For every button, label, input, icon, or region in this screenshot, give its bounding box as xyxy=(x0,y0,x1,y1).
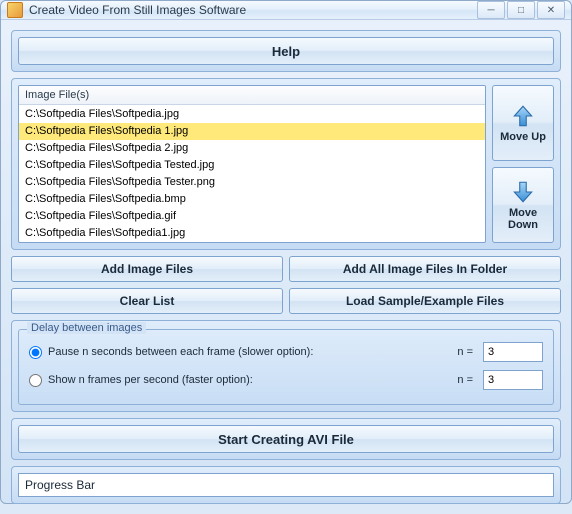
show-label[interactable]: Show n frames per second (faster option)… xyxy=(48,374,445,386)
add-image-files-button[interactable]: Add Image Files xyxy=(11,256,283,282)
file-row[interactable]: C:\Softpedia Files\Softpedia.jpg xyxy=(19,106,485,123)
start-button[interactable]: Start Creating AVI File xyxy=(18,425,554,453)
pause-n-label: n = xyxy=(457,346,473,358)
delay-panel: Delay between images Pause n seconds bet… xyxy=(11,320,561,412)
help-button[interactable]: Help xyxy=(18,37,554,65)
file-row[interactable]: C:\Softpedia Files\Softpedia 1.jpg xyxy=(19,123,485,140)
file-row[interactable]: C:\Softpedia Files\Softpedia 2.jpg xyxy=(19,140,485,157)
minimize-icon: ─ xyxy=(487,5,494,16)
clear-list-button[interactable]: Clear List xyxy=(11,288,283,314)
move-down-button[interactable]: Move Down xyxy=(492,167,554,243)
file-row[interactable]: C:\Softpedia Files\Softpedia Tester.png xyxy=(19,174,485,191)
add-all-in-folder-button[interactable]: Add All Image Files In Folder xyxy=(289,256,561,282)
file-list[interactable]: C:\Softpedia Files\Softpedia.jpgC:\Softp… xyxy=(19,105,485,243)
start-panel: Start Creating AVI File xyxy=(11,418,561,460)
progress-label: Progress Bar xyxy=(25,478,95,492)
maximize-button[interactable]: □ xyxy=(507,1,535,19)
progress-panel: Progress Bar xyxy=(11,466,561,504)
pause-radio[interactable] xyxy=(29,346,42,359)
minimize-button[interactable]: ─ xyxy=(477,1,505,19)
show-n-label: n = xyxy=(457,374,473,386)
move-down-label: Move Down xyxy=(493,207,553,231)
file-list-header: Image File(s) xyxy=(19,86,485,105)
file-row[interactable]: C:\Softpedia Files\Softpedia Tested.jpg xyxy=(19,157,485,174)
show-n-input[interactable] xyxy=(483,370,543,390)
arrow-up-icon xyxy=(510,103,536,129)
arrow-down-icon xyxy=(510,179,536,205)
load-sample-button[interactable]: Load Sample/Example Files xyxy=(289,288,561,314)
maximize-icon: □ xyxy=(518,5,524,16)
app-icon xyxy=(7,2,23,18)
file-row[interactable]: C:\Softpedia Files\Softpedia.gif xyxy=(19,208,485,225)
move-up-button[interactable]: Move Up xyxy=(492,85,554,161)
help-panel: Help xyxy=(11,30,561,72)
titlebar: Create Video From Still Images Software … xyxy=(1,1,571,20)
progress-bar: Progress Bar xyxy=(18,473,554,497)
close-button[interactable]: ✕ xyxy=(537,1,565,19)
window-title: Create Video From Still Images Software xyxy=(29,3,477,17)
pause-label[interactable]: Pause n seconds between each frame (slow… xyxy=(48,346,445,358)
close-icon: ✕ xyxy=(547,5,555,16)
show-radio[interactable] xyxy=(29,374,42,387)
file-list-box: Image File(s) C:\Softpedia Files\Softped… xyxy=(18,85,486,243)
files-panel: Image File(s) C:\Softpedia Files\Softped… xyxy=(11,78,561,250)
file-row[interactable]: C:\Softpedia Files\Softpedia.bmp xyxy=(19,191,485,208)
pause-n-input[interactable] xyxy=(483,342,543,362)
move-up-label: Move Up xyxy=(500,131,546,143)
file-row[interactable]: C:\Softpedia Files\Softpedia1.jpg xyxy=(19,225,485,242)
delay-legend: Delay between images xyxy=(27,322,146,334)
app-window: Create Video From Still Images Software … xyxy=(0,0,572,504)
